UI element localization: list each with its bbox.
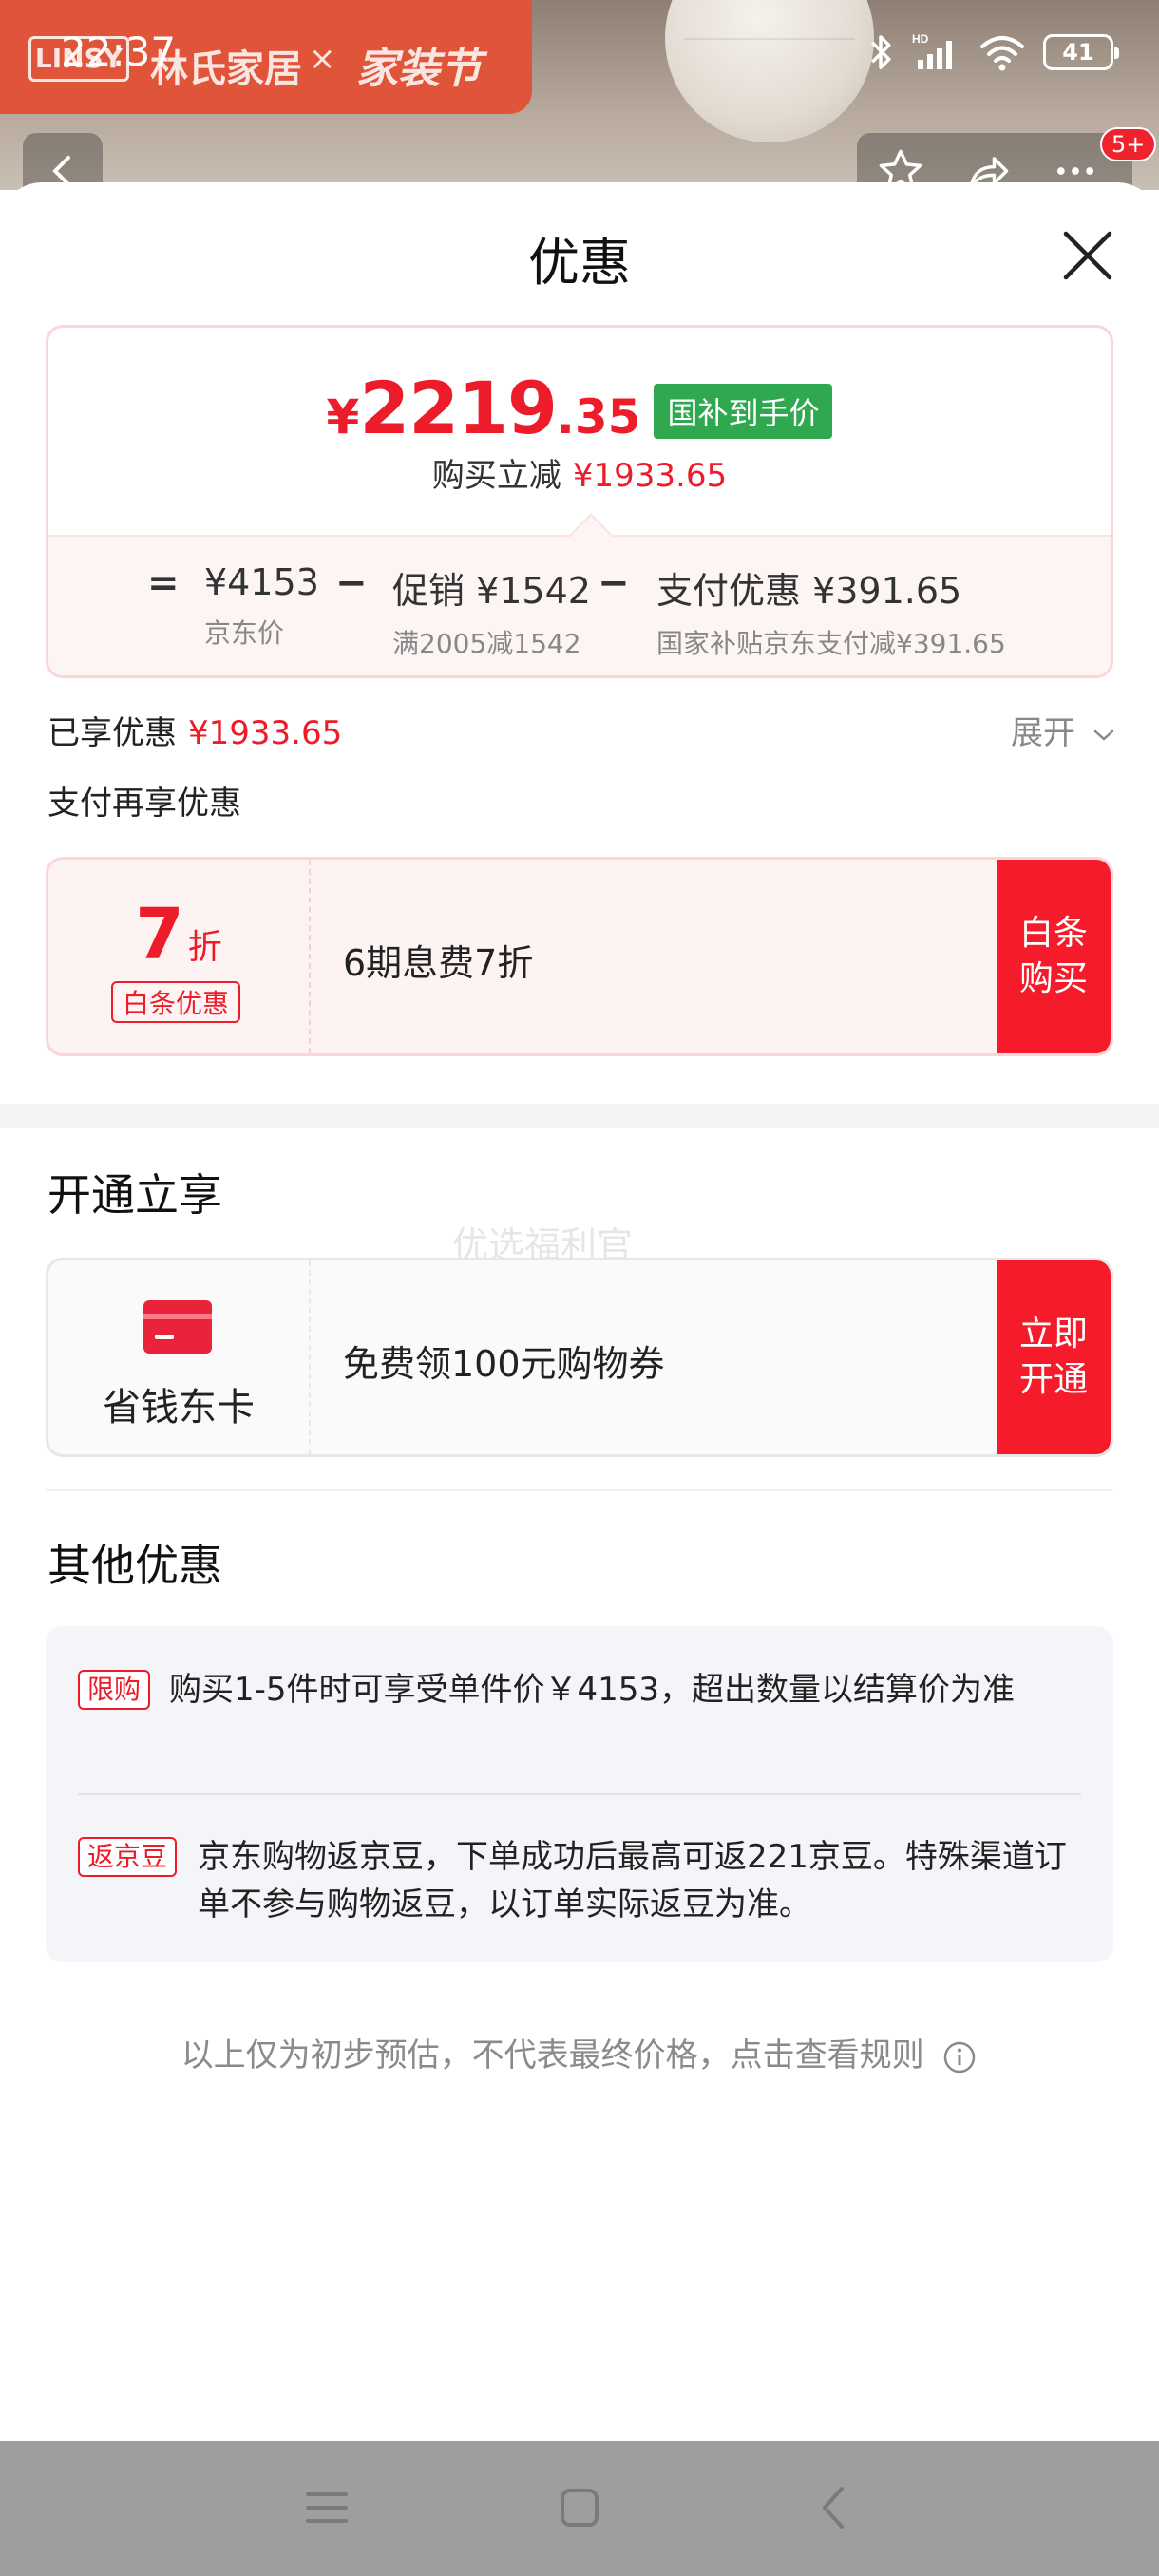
header-actions bbox=[857, 133, 1132, 190]
discount-number: 7 bbox=[135, 894, 184, 975]
close-icon[interactable] bbox=[1054, 222, 1121, 289]
menu-icon[interactable] bbox=[298, 2479, 355, 2536]
price-decimal: .35 bbox=[556, 389, 641, 445]
divider-line bbox=[46, 1489, 1113, 1491]
jd-beans-text: 京东购物返京豆，下单成功后最高可返221京豆。特殊渠道订单不参与购物返豆，以订单… bbox=[198, 1838, 1067, 1923]
price-card: ¥ 2219 .35 国补到手价 购买立减 ¥1933.65 = ¥4153 京东… bbox=[46, 325, 1113, 678]
svg-text:HD: HD bbox=[912, 32, 929, 46]
info-icon bbox=[944, 2041, 976, 2073]
instant-discount-label: 购买立减 bbox=[431, 457, 561, 495]
baitiao-buy-label: 白条 购买 bbox=[1018, 914, 1088, 998]
formula-item-jd-price: ¥4153 京东价 bbox=[204, 561, 319, 651]
jd-beans-tag: 返京豆 bbox=[78, 1837, 178, 1877]
final-price: ¥ 2219 .35 国补到手价 bbox=[48, 366, 1111, 450]
notification-badge: 5+ bbox=[1100, 127, 1157, 161]
rules-text: 以上仅为初步预估，不代表最终价格，点击查看规则 bbox=[180, 2036, 924, 2074]
promotion-value: 促销 ¥1542 bbox=[392, 570, 591, 612]
jd-price-value: ¥4153 bbox=[204, 561, 319, 603]
other-section-title: 其他优惠 bbox=[48, 1540, 222, 1591]
bluetooth-icon bbox=[870, 35, 891, 69]
section-divider bbox=[0, 1104, 1159, 1128]
baitiao-discount-badge: 7折 白条优惠 bbox=[48, 860, 311, 1053]
expand-label: 展开 bbox=[1011, 714, 1075, 752]
money-saving-card-label: 省钱东卡 bbox=[103, 1386, 255, 1430]
open-section-title: 开通立享 bbox=[48, 1169, 222, 1221]
final-price-area: ¥ 2219 .35 国补到手价 购买立减 ¥1933.65 bbox=[48, 328, 1111, 535]
instant-discount-amount: ¥1933.65 bbox=[572, 457, 728, 495]
system-nav-bar bbox=[0, 2441, 1159, 2576]
discount-rate: 7折 bbox=[48, 894, 309, 975]
purchase-limit-tag: 限购 bbox=[78, 1670, 151, 1710]
clock: 22:37 bbox=[61, 28, 177, 75]
back-button[interactable] bbox=[23, 133, 103, 190]
price-integer: 2219 bbox=[359, 366, 558, 450]
activate-button[interactable]: 立即 开通 bbox=[997, 1260, 1111, 1454]
discount-unit: 折 bbox=[187, 928, 222, 967]
purchase-limit-row: 限购 购买1-5件时可享受单件价￥4153，超出数量以结算价为准 bbox=[78, 1666, 1085, 1714]
enjoyed-amount: ¥1933.65 bbox=[188, 714, 343, 752]
purchase-limit-text: 购买1-5件时可享受单件价￥4153，超出数量以结算价为准 bbox=[169, 1671, 1016, 1709]
enjoyed-discount: 已享优惠 ¥1933.65 bbox=[48, 707, 342, 753]
formula-item-payment: 支付优惠 ¥391.65 国家补贴京东支付减¥391.65 bbox=[656, 561, 1006, 661]
pay-more-title: 支付再享优惠 bbox=[48, 785, 241, 823]
battery-icon: 41 bbox=[1043, 34, 1119, 70]
row-divider bbox=[78, 1793, 1081, 1795]
signal-icon: HD bbox=[912, 32, 952, 69]
credit-card-icon bbox=[143, 1300, 212, 1354]
baitiao-offer-text: 6期息费7折 bbox=[343, 942, 534, 984]
coupon-offer-text: 免费领100元购物券 bbox=[343, 1343, 665, 1385]
chevron-down-icon bbox=[1093, 729, 1114, 741]
minus-sign: − bbox=[598, 561, 630, 605]
rules-link[interactable]: 以上仅为初步预估，不代表最终价格，点击查看规则 bbox=[0, 2029, 1159, 2075]
wifi-icon bbox=[980, 36, 1024, 71]
currency-symbol: ¥ bbox=[326, 389, 360, 445]
formula-item-promotion: 促销 ¥1542 满2005减1542 bbox=[392, 561, 591, 661]
price-breakdown: = ¥4153 京东价 − 促销 ¥1542 满2005减1542 − 支付优惠… bbox=[48, 535, 1111, 675]
home-icon[interactable] bbox=[551, 2479, 608, 2536]
national-subsidy-tag: 国补到手价 bbox=[654, 384, 833, 439]
status-icons: HD 41 bbox=[866, 28, 1119, 76]
other-discounts-box: 限购 购买1-5件时可享受单件价￥4153，超出数量以结算价为准 返京豆 京东购… bbox=[46, 1626, 1113, 1962]
payment-discount-label: 国家补贴京东支付减¥391.65 bbox=[656, 628, 1006, 659]
discount-sheet: 优惠 ¥ 2219 .35 国补到手价 购买立减 ¥1933.65 = ¥4153… bbox=[0, 182, 1159, 2441]
activate-label: 立即 开通 bbox=[1018, 1315, 1088, 1399]
back-icon[interactable] bbox=[806, 2479, 863, 2536]
equals-sign: = bbox=[147, 561, 180, 605]
status-bar: 22:37 HD 41 bbox=[0, 0, 1159, 104]
instant-discount: 购买立减 ¥1933.65 bbox=[48, 449, 1111, 496]
enjoyed-label: 已享优惠 bbox=[48, 714, 177, 752]
payment-discount-value: 支付优惠 ¥391.65 bbox=[656, 570, 962, 612]
jd-beans-row: 返京豆 京东购物返京豆，下单成功后最高可返221京豆。特殊渠道订单不参与购物返豆… bbox=[78, 1833, 1085, 1928]
baitiao-buy-button[interactable]: 白条 购买 bbox=[997, 860, 1111, 1053]
money-saving-card-offer: 省钱东卡 免费领100元购物券 立即 开通 bbox=[46, 1258, 1113, 1457]
minus-sign: − bbox=[335, 561, 368, 605]
sheet-title: 优惠 bbox=[528, 233, 631, 293]
promotion-label: 满2005减1542 bbox=[392, 628, 581, 659]
baitiao-tag: 白条优惠 bbox=[111, 981, 241, 1023]
jd-price-label: 京东价 bbox=[204, 617, 285, 649]
baitiao-offer-card: 7折 白条优惠 6期息费7折 白条 购买 bbox=[46, 857, 1113, 1056]
expand-button[interactable]: 展开 bbox=[1011, 707, 1116, 753]
money-saving-card-badge: 省钱东卡 bbox=[48, 1260, 311, 1454]
